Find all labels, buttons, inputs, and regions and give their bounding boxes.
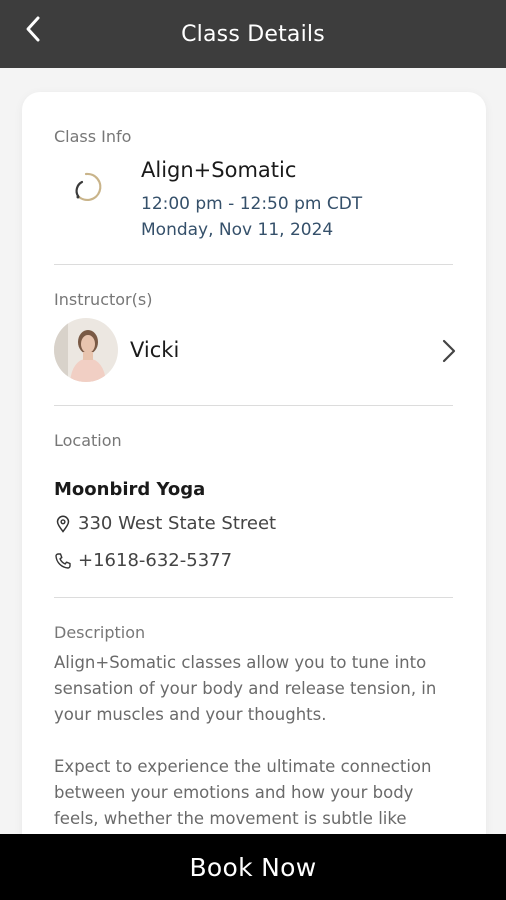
phone-icon [54,552,72,570]
map-pin-icon [54,515,72,533]
class-details-card: Class Info Align+Somatic 12:00 pm - 12:5… [22,92,486,892]
class-name: Align+Somatic [141,158,297,182]
location-phone: +1618-632-5377 [78,550,233,571]
page-title: Class Details [181,21,325,47]
instructor-label: Instructor(s) [54,290,153,309]
top-bar: Class Details [0,0,506,68]
description-label: Description [54,623,146,642]
location-address-row[interactable]: 330 West State Street [54,513,276,534]
description-body: Align+Somatic classes allow you to tune … [54,650,454,858]
class-time: 12:00 pm - 12:50 pm CDT [141,194,363,214]
location-label: Location [54,431,122,450]
chevron-right-icon [438,338,458,364]
book-now-button[interactable]: Book Now [0,834,506,900]
divider [54,597,453,598]
divider [54,264,453,265]
class-info-label: Class Info [54,127,132,146]
location-phone-row[interactable]: +1618-632-5377 [54,550,232,571]
class-date: Monday, Nov 11, 2024 [141,220,334,240]
description-paragraph: Expect to experience the ultimate connec… [54,757,432,828]
location-address: 330 West State Street [78,513,277,534]
back-button[interactable] [18,14,48,44]
description-paragraph: Align+Somatic classes allow you to tune … [54,653,437,724]
instructor-name: Vicki [130,338,180,362]
divider [54,405,453,406]
chevron-left-icon [26,16,40,42]
instructor-row[interactable]: Vicki [54,318,458,384]
location-name: Moonbird Yoga [54,479,206,500]
moon-logo-icon [72,170,106,204]
avatar [54,318,118,382]
